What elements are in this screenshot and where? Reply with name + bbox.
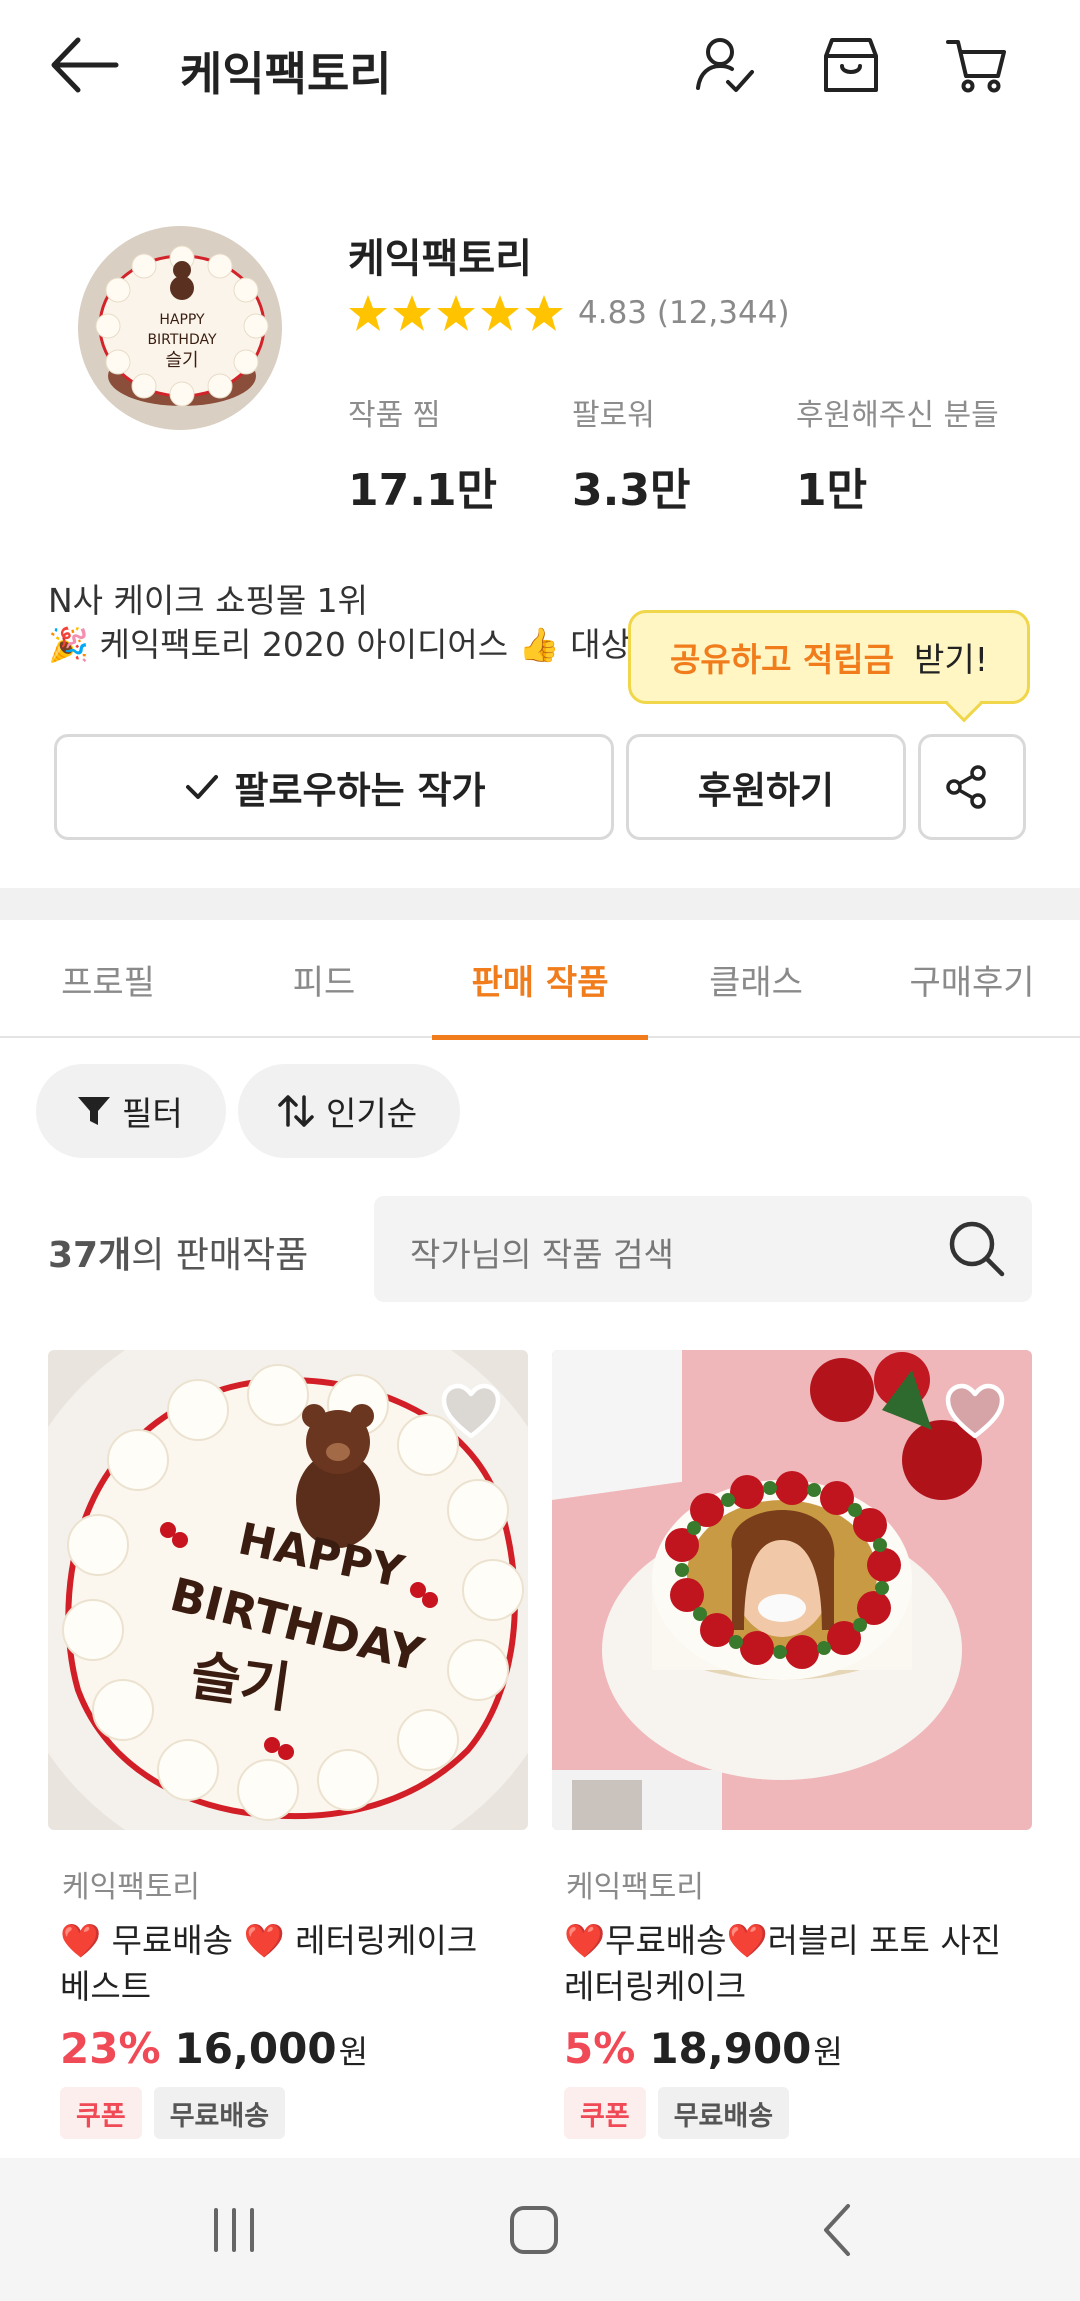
shop-description-line2: 🎉 케익팩토리 2020 아이디어스 👍 대상 bbox=[48, 625, 631, 664]
stat-value: 17.1만 bbox=[348, 465, 498, 516]
stat-label: 후원해주신 분들 bbox=[796, 398, 999, 433]
product-name[interactable]: ❤️무료배송❤️러블리 포토 사진 레터링케이크 bbox=[564, 1918, 1004, 2010]
stat-value: 3.3만 bbox=[572, 465, 691, 516]
stat-followers[interactable]: 팔로워 3.3만 bbox=[572, 390, 690, 518]
product-count: 37개의 판매작품 bbox=[48, 1226, 308, 1278]
shop-name: 케익팩토리 bbox=[348, 236, 532, 282]
star-icon bbox=[481, 295, 519, 331]
product-seller: 케익팩토리 bbox=[62, 1870, 200, 1905]
follow-button[interactable]: 팔로우하는 작가 bbox=[54, 734, 614, 840]
sort-chip[interactable]: 인기순 bbox=[238, 1064, 460, 1158]
search-placeholder: 작가님의 작품 검색 bbox=[410, 1235, 674, 1274]
price-amount: 18,900 bbox=[649, 2024, 812, 2073]
tab-profile[interactable]: 프로필 bbox=[0, 920, 216, 1038]
share-button[interactable] bbox=[918, 734, 1026, 840]
tab-feed[interactable]: 피드 bbox=[216, 920, 432, 1038]
filter-icon bbox=[78, 1097, 110, 1125]
coupon-badge: 쿠폰 bbox=[60, 2087, 142, 2139]
rating: 4.83 (12,344) bbox=[348, 292, 790, 334]
heart-icon[interactable] bbox=[440, 1382, 502, 1444]
cart-icon[interactable] bbox=[944, 32, 1010, 98]
star-icon bbox=[393, 295, 431, 331]
product-image[interactable]: HAPPY BIRTHDAY 슬기 bbox=[48, 1350, 528, 1830]
discount-rate: 23% bbox=[60, 2024, 161, 2073]
support-button-label: 후원하기 bbox=[697, 769, 835, 812]
stat-value: 1만 bbox=[796, 465, 868, 516]
shop-avatar: HAPPY BIRTHDAY 슬기 bbox=[78, 226, 282, 430]
recent-apps-icon[interactable] bbox=[202, 2198, 266, 2262]
product-card[interactable]: 케익팩토리 ❤️무료배송❤️러블리 포토 사진 레터링케이크 5% 18,900… bbox=[552, 1350, 1032, 2139]
follow-user-icon[interactable] bbox=[692, 32, 758, 98]
filter-label: 필터 bbox=[122, 1094, 183, 1133]
product-image[interactable] bbox=[552, 1350, 1032, 1830]
rating-score: 4.83 (12,344) bbox=[578, 295, 790, 331]
stat-label: 팔로워 bbox=[572, 398, 655, 433]
sort-label: 인기순 bbox=[326, 1094, 418, 1133]
stat-label: 작품 찜 bbox=[348, 398, 441, 433]
price-amount: 16,000 bbox=[174, 2024, 337, 2073]
sort-icon bbox=[278, 1095, 314, 1127]
tooltip-text: 받기! bbox=[914, 640, 988, 679]
product-name[interactable]: ❤️ 무료배송 ❤️ 레터링케이크 베스트 bbox=[60, 1918, 500, 2010]
product-card[interactable]: HAPPY BIRTHDAY 슬기 케익팩토리 ❤️ 무료배송 ❤️ 레터링케이… bbox=[48, 1350, 528, 2139]
heart-icon[interactable] bbox=[944, 1382, 1006, 1444]
product-count-number: 37개 bbox=[48, 1235, 132, 1276]
price-currency: 원 bbox=[813, 2033, 843, 2071]
share-reward-tooltip[interactable]: 공유하고 적립금 받기! bbox=[628, 610, 1030, 723]
shop-search-field[interactable]: 작가님의 작품 검색 bbox=[374, 1196, 1032, 1302]
free-shipping-badge: 무료배송 bbox=[153, 2087, 286, 2139]
star-icon bbox=[349, 295, 387, 331]
product-badges: 쿠폰 무료배송 bbox=[564, 2087, 1032, 2139]
shop-icon[interactable] bbox=[818, 32, 884, 98]
product-price: 23% 16,000 원 bbox=[60, 2024, 528, 2073]
star-icon bbox=[525, 295, 563, 331]
shop-description-line1: N사 케이크 쇼핑몰 1위 bbox=[48, 581, 369, 620]
free-shipping-badge: 무료배송 bbox=[657, 2087, 790, 2139]
stat-likes: 작품 찜 17.1만 bbox=[348, 390, 497, 518]
product-badges: 쿠폰 무료배송 bbox=[60, 2087, 528, 2139]
star-icon bbox=[437, 295, 475, 331]
svg-text:HAPPY: HAPPY bbox=[159, 312, 205, 328]
home-icon[interactable] bbox=[502, 2198, 566, 2262]
tab-class[interactable]: 클래스 bbox=[648, 920, 864, 1038]
back-arrow-icon[interactable] bbox=[48, 34, 120, 96]
tooltip-highlight: 공유하고 적립금 bbox=[670, 640, 895, 679]
product-count-suffix: 의 판매작품 bbox=[131, 1235, 309, 1276]
price-currency: 원 bbox=[338, 2033, 369, 2071]
profile-tabs: 프로필 피드 판매 작품 클래스 구매후기 bbox=[0, 920, 1080, 1040]
share-icon bbox=[946, 765, 986, 809]
top-app-bar: 케익팩토리 bbox=[0, 0, 1080, 130]
svg-text:BIRTHDAY: BIRTHDAY bbox=[147, 332, 217, 348]
check-icon bbox=[186, 775, 219, 799]
product-seller: 케익팩토리 bbox=[566, 1870, 704, 1905]
support-button[interactable]: 후원하기 bbox=[626, 734, 906, 840]
system-back-icon[interactable] bbox=[806, 2198, 870, 2262]
tooltip-tail bbox=[945, 685, 983, 723]
follow-button-label: 팔로우하는 작가 bbox=[234, 769, 486, 812]
svg-text:슬기: 슬기 bbox=[165, 350, 198, 371]
tab-reviews[interactable]: 구매후기 bbox=[864, 920, 1080, 1038]
stat-supporters[interactable]: 후원해주신 분들 1만 bbox=[796, 390, 999, 518]
filter-chip[interactable]: 필터 bbox=[36, 1064, 226, 1158]
tab-products[interactable]: 판매 작품 bbox=[432, 920, 648, 1040]
product-price: 5% 18,900 원 bbox=[564, 2024, 1032, 2073]
search-icon[interactable] bbox=[942, 1214, 1012, 1284]
page-title: 케익팩토리 bbox=[180, 47, 392, 101]
coupon-badge: 쿠폰 bbox=[564, 2087, 646, 2139]
system-nav-bar bbox=[0, 2158, 1080, 2301]
avatar-cake-image: HAPPY BIRTHDAY 슬기 bbox=[78, 226, 282, 430]
section-divider bbox=[0, 888, 1080, 920]
discount-rate: 5% bbox=[564, 2024, 636, 2073]
